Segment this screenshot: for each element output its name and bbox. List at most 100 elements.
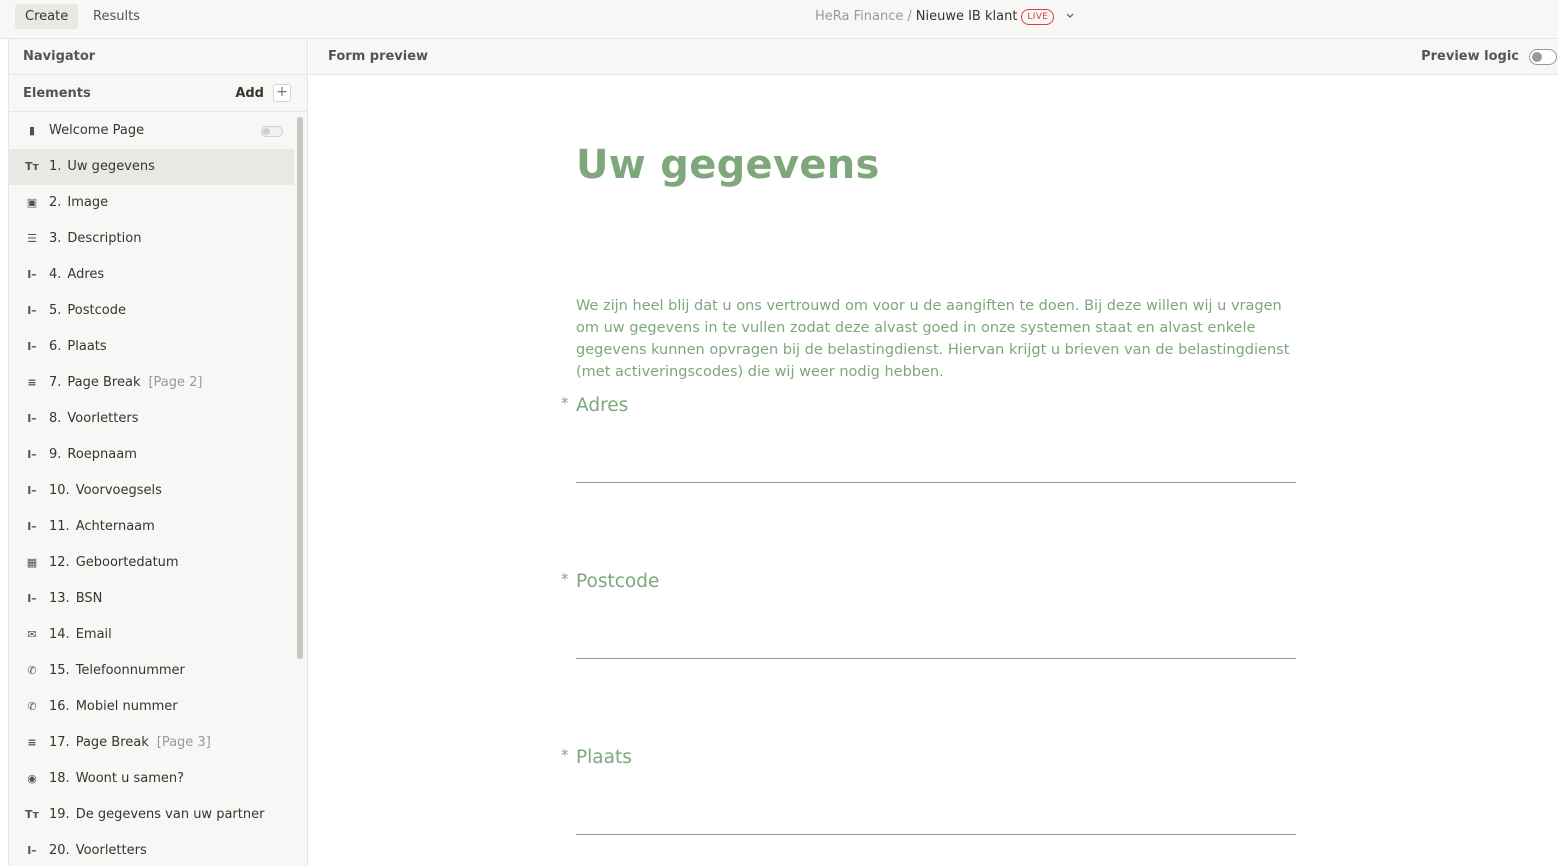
form-preview-header: Form preview Preview logic [309, 39, 1558, 75]
sidebar-item[interactable]: I– 11. Achternaam [9, 509, 294, 545]
sidebar-item-number: 2. [49, 195, 62, 210]
text-icon: ☰ [27, 232, 37, 245]
sidebar-item[interactable]: ☰ 3. Description [9, 221, 294, 257]
tab-results[interactable]: Results [83, 4, 150, 29]
sidebar-item[interactable]: ▦ 12. Geboortedatum [9, 545, 294, 581]
sidebar-item[interactable]: I– 20. Voorletters [9, 833, 294, 866]
short-text-icon: I– [27, 844, 37, 857]
sidebar-item-label: Voorletters [75, 843, 147, 858]
elements-list: ▮ Welcome Page Tт 1. Uw gegevens ▣ 2. Image ☰ 3. D… [9, 113, 294, 866]
short-text-icon: I– [27, 412, 37, 425]
breadcrumb-separator: / [907, 9, 912, 24]
short-text-icon: I– [27, 304, 37, 317]
form-preview-heading: Form preview [328, 49, 429, 64]
form-page-title: Uw gegevens [576, 142, 880, 188]
sidebar-item-number: 4. [49, 267, 62, 282]
sidebar-item-label: Email [75, 627, 112, 642]
form-description: We zijn heel blij dat u ons vertrouwd om… [576, 298, 1290, 380]
sidebar-item-label: De gegevens van uw partner [75, 807, 265, 822]
sidebar-item-label: BSN [75, 591, 103, 606]
sidebar-item[interactable]: ◉ 18. Woont u samen? [9, 761, 294, 797]
adres-input[interactable] [576, 457, 1296, 483]
page-number-tag: [Page 3] [156, 735, 211, 750]
postcode-input[interactable] [576, 633, 1296, 659]
breadcrumb-workspace[interactable]: HeRa Finance [815, 9, 903, 24]
question-text: Postcode [576, 571, 660, 592]
sidebar-item-label: Postcode [67, 303, 126, 318]
sidebar-item-number: 13. [49, 591, 70, 606]
sidebar-item[interactable]: ≡ 7. Page Break [Page 2] [9, 365, 294, 401]
elements-heading: Elements [23, 86, 91, 101]
heading-icon: Tт [25, 808, 39, 821]
sidebar-item[interactable]: I– 8. Voorletters [9, 401, 294, 437]
sidebar-item-number: 19. [49, 807, 70, 822]
sidebar-item[interactable]: Tт 19. De gegevens van uw partner [9, 797, 294, 833]
sidebar-item-number: 5. [49, 303, 62, 318]
plaats-input[interactable] [576, 809, 1296, 835]
sidebar-item[interactable]: I– 4. Adres [9, 257, 294, 293]
sidebar-item-label: Voorvoegsels [75, 483, 162, 498]
sidebar-item[interactable]: I– 10. Voorvoegsels [9, 473, 294, 509]
email-icon: ✉ [27, 628, 37, 641]
short-text-icon: I– [27, 268, 37, 281]
top-bar: Create Results HeRa Finance / Nieuwe IB kl… [0, 0, 1558, 39]
sidebar-item[interactable]: Tт 1. Uw gegevens [9, 149, 294, 185]
calendar-icon: ▦ [26, 556, 38, 569]
chevron-down-icon[interactable] [1064, 8, 1076, 24]
page-break-icon: ≡ [27, 736, 37, 749]
sidebar-item[interactable]: ▮ Welcome Page [9, 113, 294, 149]
sidebar-item[interactable]: I– 9. Roepnaam [9, 437, 294, 473]
sidebar-item-number: 20. [49, 843, 70, 858]
sidebar-navigator: Navigator Elements Add + ▮ Welcome Page Tт… [8, 39, 308, 866]
page-number-tag: [Page 2] [148, 375, 203, 390]
sidebar-item-number: 15. [49, 663, 70, 678]
sidebar-item-number: 18. [49, 771, 70, 786]
sidebar-item-number: 14. [49, 627, 70, 642]
elements-header: Elements Add + [9, 75, 307, 112]
question-label-adres: * Adres [561, 394, 628, 416]
sidebar-item[interactable]: ≡ 17. Page Break [Page 3] [9, 725, 294, 761]
radio-icon: ◉ [27, 772, 37, 785]
short-text-icon: I– [27, 340, 37, 353]
preview-logic-toggle[interactable] [1529, 49, 1557, 65]
sidebar-item-number: 12. [49, 555, 70, 570]
phone-icon: ✆ [27, 664, 37, 677]
required-marker: * [561, 746, 569, 764]
sidebar-item-label: Woont u samen? [75, 771, 185, 786]
sidebar-item-label: Geboortedatum [75, 555, 179, 570]
live-status-badge: LIVE [1021, 9, 1055, 25]
required-marker: * [561, 394, 569, 412]
sidebar-item[interactable]: ✆ 16. Mobiel nummer [9, 689, 294, 725]
sidebar-item-label: Uw gegevens [67, 159, 155, 174]
sidebar-item-label: Mobiel nummer [75, 699, 178, 714]
sidebar-item-number: 3. [49, 231, 62, 246]
sidebar-item[interactable]: I– 6. Plaats [9, 329, 294, 365]
sidebar-item[interactable]: I– 13. BSN [9, 581, 294, 617]
phone-icon: ✆ [27, 700, 37, 713]
form-preview-canvas: Uw gegevens We zijn heel blij dat u ons … [309, 76, 1558, 866]
sidebar-item-number: 7. [49, 375, 62, 390]
sidebar-item-label: Achternaam [75, 519, 155, 534]
sidebar-item[interactable]: ✉ 14. Email [9, 617, 294, 653]
welcome-page-icon: ▮ [28, 124, 36, 137]
breadcrumb-form-name[interactable]: Nieuwe IB klant [916, 9, 1018, 24]
sidebar-item[interactable]: ✆ 15. Telefoonnummer [9, 653, 294, 689]
short-text-icon: I– [27, 592, 37, 605]
sidebar-item-number: 8. [49, 411, 62, 426]
tab-create[interactable]: Create [15, 4, 79, 29]
sidebar-item-label: Telefoonnummer [75, 663, 185, 678]
sidebar-item-label: Voorletters [67, 411, 139, 426]
sidebar-item[interactable]: I– 5. Postcode [9, 293, 294, 329]
add-element-button[interactable]: + [273, 84, 291, 102]
breadcrumb: HeRa Finance / Nieuwe IB klant LIVE [815, 8, 1055, 26]
sidebar-item-label: Page Break [67, 375, 141, 390]
welcome-page-toggle[interactable] [261, 126, 283, 137]
sidebar-item-number: 17. [49, 735, 70, 750]
sidebar-item-label: Adres [67, 267, 105, 282]
sidebar-item[interactable]: ▣ 2. Image [9, 185, 294, 221]
navigator-heading: Navigator [9, 39, 307, 75]
sidebar-scrollbar-thumb[interactable] [297, 117, 303, 659]
short-text-icon: I– [27, 484, 37, 497]
add-element-label[interactable]: Add [235, 75, 264, 112]
sidebar-item-number: 6. [49, 339, 62, 354]
